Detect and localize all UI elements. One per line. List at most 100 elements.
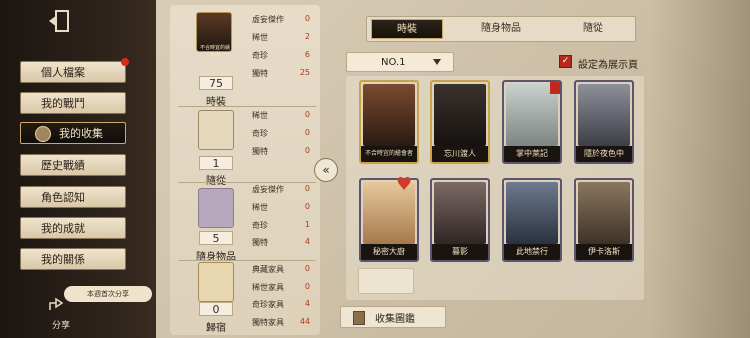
costume-art — [363, 84, 415, 146]
costume-name: 隱於夜色中 — [576, 146, 632, 162]
divider — [178, 182, 316, 183]
menu-history[interactable]: 歷史戰績 — [20, 154, 126, 176]
share-label: 分享 — [52, 321, 71, 331]
stat-label: 稀世 — [252, 111, 268, 120]
page-select-dropdown[interactable]: NO.1 — [346, 52, 454, 72]
stat-label: 典藏家具 — [252, 265, 284, 274]
showcase-checkbox[interactable]: ✓ — [559, 55, 572, 68]
collapse-panel-button[interactable]: « — [314, 158, 338, 182]
menu-collection[interactable]: 我的收集 — [20, 122, 126, 144]
page-select-value: NO.1 — [381, 56, 406, 68]
stat-label: 奇珍家具 — [252, 300, 284, 309]
menu-relations[interactable]: 我的關係 — [20, 248, 126, 270]
stat-label: 奇珍 — [252, 221, 268, 230]
costume-name: 掌中萊記 — [504, 146, 560, 162]
menu-history-label: 歷史戰績 — [41, 159, 85, 172]
stat-value: 0 — [304, 110, 310, 119]
stat-label: 虛妄傑作 — [252, 185, 284, 194]
menu-relations-label: 我的關係 — [41, 253, 85, 266]
follower-thumbnail[interactable] — [198, 110, 234, 150]
book-icon — [353, 311, 365, 325]
costume-art — [578, 182, 630, 244]
stat-value: 6 — [304, 50, 310, 59]
new-flag-icon — [550, 82, 560, 94]
divider — [178, 106, 316, 107]
collection-gallery-label: 收集圖鑑 — [375, 313, 415, 325]
stat-value: 0 — [304, 202, 310, 211]
menu-achievements[interactable]: 我的成就 — [20, 217, 126, 239]
costume-card[interactable]: 隱於夜色中 — [574, 80, 634, 164]
home-category-label: 歸宿 — [206, 323, 226, 334]
share-prompt[interactable]: 本週首次分享 — [64, 286, 152, 302]
featured-costume-title: 不合時宜的繪會者 — [199, 45, 230, 58]
costume-art — [434, 182, 486, 244]
stat-value: 0 — [304, 128, 310, 137]
costume-art — [434, 84, 486, 146]
costume-name: 忘川渡人 — [432, 146, 488, 162]
home-furniture-thumbnail[interactable] — [198, 262, 234, 302]
menu-achievements-label: 我的成就 — [41, 222, 85, 235]
stat-label: 虛妄傑作 — [252, 15, 284, 24]
stat-value: 4 — [304, 237, 310, 246]
costume-card[interactable]: 掌中萊記 — [502, 80, 562, 164]
stat-value: 1 — [304, 220, 310, 229]
category-tabs: 時裝 隨身物品 隨從 — [366, 16, 636, 42]
costume-art — [506, 182, 558, 244]
menu-profile-label: 個人檔案 — [41, 66, 85, 79]
costume-art — [578, 84, 630, 146]
stat-label: 稀世 — [252, 33, 268, 42]
stat-label: 獨特 — [252, 147, 268, 156]
collection-badge-icon — [35, 126, 51, 142]
stat-label: 獨特 — [252, 238, 268, 247]
menu-character-label: 角色認知 — [41, 191, 85, 204]
follower-count: 1 — [199, 156, 233, 170]
divider — [178, 260, 316, 261]
costume-name: 暮影 — [432, 244, 488, 260]
costume-card[interactable]: 暮影 — [430, 178, 490, 262]
menu-collection-label: 我的收集 — [59, 127, 103, 140]
costume-count: 75 — [199, 76, 233, 90]
stat-label: 稀世家具 — [252, 283, 284, 292]
tab-costumes[interactable]: 時裝 — [371, 19, 443, 39]
tab-followers[interactable]: 隨從 — [557, 19, 629, 39]
stat-value: 44 — [299, 317, 310, 326]
accessory-thumbnail[interactable] — [198, 188, 234, 228]
share-icon[interactable] — [48, 296, 66, 312]
stat-label: 奇珍 — [252, 129, 268, 138]
notification-dot — [121, 58, 129, 66]
chevron-down-icon — [433, 59, 441, 65]
double-chevron-left-icon: « — [322, 163, 330, 177]
menu-profile[interactable]: 個人檔案 — [20, 58, 129, 83]
share-prompt-text: 本週首次分享 — [87, 290, 129, 298]
costume-card[interactable]: 忘川渡人 — [430, 80, 490, 164]
stat-value: 2 — [304, 32, 310, 41]
stat-label: 獨特 — [252, 69, 268, 78]
showcase-label: 設定為展示頁 — [578, 60, 638, 71]
stat-value: 0 — [304, 282, 310, 291]
stat-value: 25 — [299, 68, 310, 77]
costume-card[interactable]: 此地禁行 — [502, 178, 562, 262]
stat-label: 稀世 — [252, 203, 268, 212]
costume-name: 伊卡洛斯 — [576, 244, 632, 260]
costume-card[interactable]: 伊卡洛斯 — [574, 178, 634, 262]
home-count: 0 — [199, 302, 233, 316]
costume-name: 此地禁行 — [504, 244, 560, 260]
favorite-heart-icon: ♥ — [396, 174, 413, 195]
collection-gallery-button[interactable]: 收集圖鑑 — [340, 306, 446, 328]
menu-battles[interactable]: 我的戰鬥 — [20, 92, 126, 114]
menu-character-knowledge[interactable]: 角色認知 — [20, 186, 126, 208]
costume-card[interactable]: 不合時宜的繪會者 — [359, 80, 419, 164]
exit-door-icon[interactable] — [46, 8, 72, 34]
accessory-count: 5 — [199, 231, 233, 245]
stat-value: 0 — [304, 264, 310, 273]
stat-value: 0 — [304, 14, 310, 23]
tab-accessories[interactable]: 隨身物品 — [465, 19, 537, 39]
stat-value: 0 — [304, 146, 310, 155]
stat-label: 奇珍 — [252, 51, 268, 60]
stat-label: 獨特家具 — [252, 318, 284, 327]
menu-battles-label: 我的戰鬥 — [41, 97, 85, 110]
costume-name: 秘密大廚 — [361, 244, 417, 260]
stat-value: 0 — [304, 184, 310, 193]
stat-value: 4 — [304, 299, 310, 308]
empty-card-slot[interactable] — [358, 268, 414, 294]
